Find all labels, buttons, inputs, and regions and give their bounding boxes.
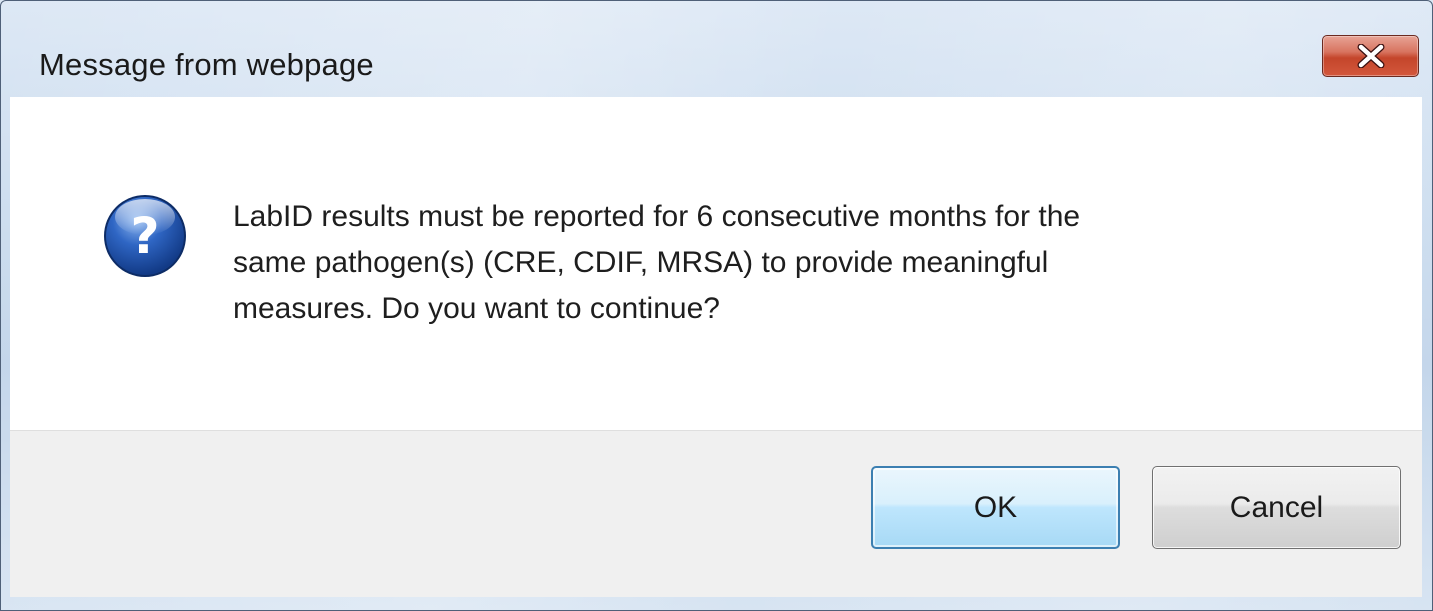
message-line: measures. Do you want to continue?: [233, 292, 720, 325]
message-text: LabID results must be reported for 6 con…: [233, 194, 1353, 332]
dialog-title: Message from webpage: [39, 47, 374, 82]
cancel-button[interactable]: Cancel: [1152, 466, 1401, 549]
svg-text:?: ?: [130, 207, 159, 265]
question-icon: ?: [104, 195, 186, 277]
dialog-window: Message from webpage ? LabID results mus…: [0, 0, 1433, 611]
close-button[interactable]: [1322, 35, 1419, 77]
ok-button[interactable]: OK: [871, 466, 1120, 549]
close-x-icon: [1357, 44, 1385, 68]
message-line: same pathogen(s) (CRE, CDIF, MRSA) to pr…: [233, 246, 1049, 279]
message-line: LabID results must be reported for 6 con…: [233, 200, 1081, 233]
title-bar[interactable]: Message from webpage: [1, 1, 1432, 97]
